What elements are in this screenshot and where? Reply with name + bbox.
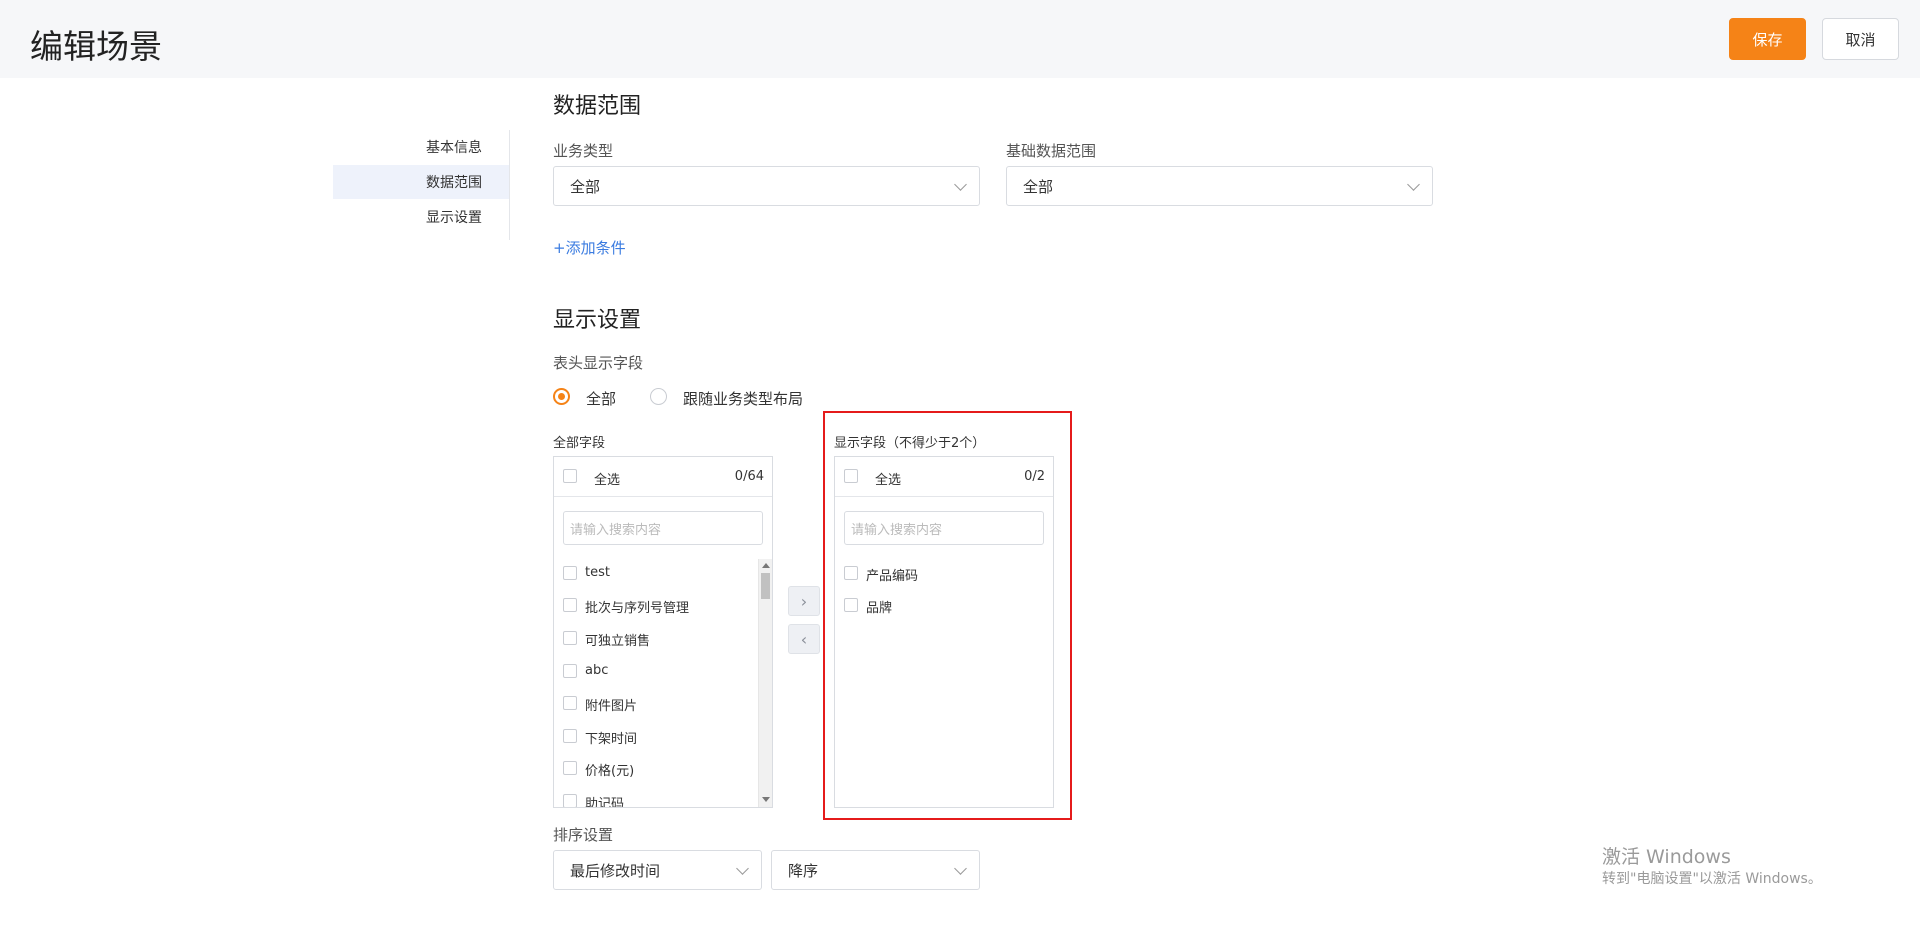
radio-follow-layout[interactable] [650,388,667,405]
business-type-value: 全部 [570,177,601,196]
nav-item-display-settings[interactable]: 显示设置 [333,200,509,234]
all-fields-panel: 全选 0/64 请输入搜索内容 test 批次与序列号管理 可独立销售 abc … [553,456,773,808]
list-item[interactable]: 价格(元) [554,756,754,780]
chevron-down-icon [954,178,967,191]
page-header: 编辑场景 保存 取消 [0,0,1920,78]
list-item-label: 下架时间 [585,732,638,747]
checkbox[interactable] [563,696,577,710]
checkbox[interactable] [563,664,577,678]
list-item-label: 可独立销售 [585,634,651,649]
list-item-label: 批次与序列号管理 [585,601,690,616]
list-item[interactable]: 助记码 [554,789,754,807]
list-item-label: 助记码 [585,797,625,807]
checkbox[interactable] [563,729,577,743]
radio-follow-layout-label: 跟随业务类型布局 [683,390,804,408]
checkbox[interactable] [563,566,577,580]
list-item[interactable]: test [554,561,754,585]
all-fields-search-input[interactable]: 请输入搜索内容 [563,511,763,545]
nav-item-data-scope[interactable]: 数据范围 [333,165,509,199]
move-right-button[interactable]: › [788,586,820,616]
cancel-button[interactable]: 取消 [1822,18,1899,60]
display-settings-title: 显示设置 [553,308,642,333]
scroll-up-icon[interactable] [762,563,770,568]
list-item[interactable]: 批次与序列号管理 [554,593,754,617]
data-scope-title: 数据范围 [553,94,642,119]
highlight-box [823,411,1072,820]
base-range-value: 全部 [1023,177,1054,196]
all-fields-count: 0/64 [734,469,764,484]
checkbox[interactable] [563,761,577,775]
windows-activation-title: 激活 Windows [1602,846,1731,868]
sort-order-select[interactable]: 降序 [771,850,980,890]
list-item[interactable]: abc [554,659,754,683]
base-range-select[interactable]: 全部 [1006,166,1433,206]
radio-all-label: 全部 [586,390,617,408]
all-fields-caption: 全部字段 [553,436,606,451]
add-condition-link[interactable]: +添加条件 [553,237,626,258]
move-left-button[interactable]: ‹ [788,624,820,654]
list-item-label: 附件图片 [585,699,638,714]
base-range-label: 基础数据范围 [1006,142,1097,160]
list-item-label: abc [585,663,609,678]
nav-item-basic-info[interactable]: 基本信息 [333,130,509,164]
page-title: 编辑场景 [30,27,162,66]
list-item-label: test [585,565,610,580]
chevron-down-icon [1407,178,1420,191]
sort-settings-label: 排序设置 [553,826,614,844]
chevron-left-icon: ‹ [800,629,808,649]
radio-all[interactable] [553,388,570,405]
checkbox[interactable] [563,794,577,807]
all-fields-select-all-label: 全选 [594,473,621,488]
sort-field-select[interactable]: 最后修改时间 [553,850,762,890]
list-item[interactable]: 下架时间 [554,724,754,748]
list-item-label: 价格(元) [585,764,635,779]
business-type-label: 业务类型 [553,142,614,160]
all-fields-select-all-checkbox[interactable] [563,469,577,483]
sort-order-value: 降序 [788,861,819,880]
checkbox[interactable] [563,598,577,612]
sort-field-value: 最后修改时间 [570,861,661,880]
side-nav: 基本信息 数据范围 显示设置 [333,130,510,240]
checkbox[interactable] [563,631,577,645]
windows-activation-subtitle: 转到"电脑设置"以激活 Windows。 [1602,871,1822,887]
all-fields-panel-header: 全选 0/64 [554,457,772,497]
list-item[interactable]: 可独立销售 [554,626,754,650]
scroll-down-icon[interactable] [762,797,770,802]
chevron-down-icon [954,862,967,875]
scroll-thumb[interactable] [761,573,770,599]
list-item[interactable]: 附件图片 [554,691,754,715]
chevron-down-icon [736,862,749,875]
all-fields-list: test 批次与序列号管理 可独立销售 abc 附件图片 下架时间 价格(元) [554,561,758,807]
header-fields-label: 表头显示字段 [553,354,644,372]
chevron-right-icon: › [800,591,808,611]
business-type-select[interactable]: 全部 [553,166,980,206]
all-fields-scrollbar[interactable] [758,559,772,807]
save-button[interactable]: 保存 [1729,18,1806,60]
